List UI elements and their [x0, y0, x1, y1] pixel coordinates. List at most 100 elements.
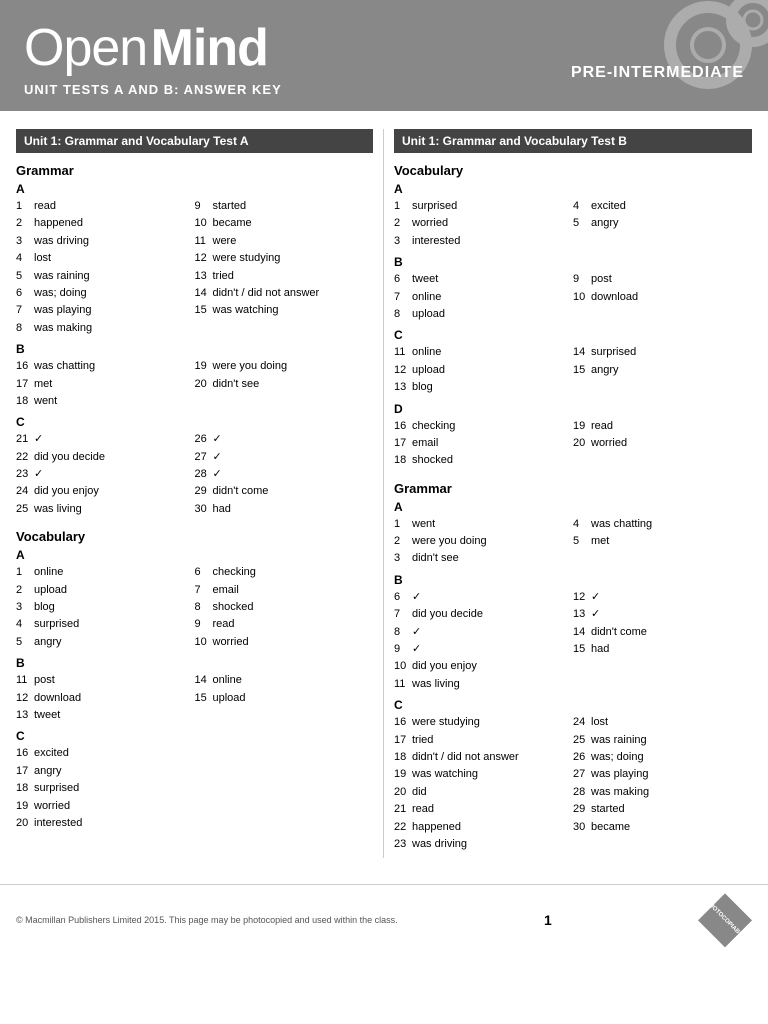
answer-text: surprised: [591, 345, 636, 360]
answer-item: 5met: [573, 534, 752, 549]
answer-num: 18: [394, 750, 412, 765]
rv-b-label: B: [394, 255, 752, 269]
answer-item: 15had: [573, 642, 752, 657]
answer-num: 13: [394, 380, 412, 395]
answer-item: 16checking: [394, 419, 573, 434]
answer-item: 27✓: [195, 450, 374, 465]
answer-item: 30had: [195, 502, 374, 517]
answer-num: 8: [195, 600, 213, 615]
answer-num: 3: [394, 551, 412, 566]
right-section-title: Unit 1: Grammar and Vocabulary Test B: [394, 129, 752, 153]
answer-text: ✓: [412, 590, 421, 605]
answer-num: 26: [195, 432, 213, 447]
answer-num: 1: [394, 199, 412, 214]
answer-num: 16: [16, 746, 34, 761]
answer-text: ✓: [591, 607, 600, 622]
answer-text: angry: [34, 764, 62, 779]
answer-num: 27: [573, 767, 591, 782]
answer-text: upload: [213, 691, 246, 706]
rv-a-col1: 1surprised2worried3interested: [394, 199, 573, 251]
answer-text: read: [213, 617, 235, 632]
answer-text: tweet: [412, 272, 438, 287]
answer-num: 7: [195, 583, 213, 598]
grammar-c-col2: 26✓27✓28✓29didn't come30had: [195, 432, 374, 519]
answer-item: 9✓: [394, 642, 573, 657]
answer-item: 1went: [394, 517, 573, 532]
rv-b-col1: 6tweet7online8upload: [394, 272, 573, 324]
answer-num: 4: [573, 199, 591, 214]
rv-c-col2: 14surprised15angry: [573, 345, 752, 397]
logo-mind: Mind: [151, 19, 268, 77]
grammar-b-label: B: [16, 342, 373, 356]
answer-item: 1online: [16, 565, 195, 580]
answer-item: 11were: [195, 234, 374, 249]
answer-item: 8upload: [394, 307, 573, 322]
answer-item: 14online: [195, 673, 374, 688]
answer-item: 13tried: [195, 269, 374, 284]
answer-num: 30: [195, 502, 213, 517]
vocabulary-heading-left: Vocabulary: [16, 529, 373, 544]
answer-text: online: [412, 345, 441, 360]
answer-item: 20did: [394, 785, 573, 800]
answer-text: ✓: [412, 625, 421, 640]
answer-num: 12: [394, 363, 412, 378]
answer-item: 13blog: [394, 380, 573, 395]
answer-num: 16: [394, 715, 412, 730]
answer-item: 28was making: [573, 785, 752, 800]
answer-item: 17tried: [394, 733, 573, 748]
answer-num: 4: [16, 251, 34, 266]
answer-text: did you enjoy: [34, 484, 99, 499]
answer-num: 3: [16, 234, 34, 249]
answer-item: 13tweet: [16, 708, 195, 723]
answer-num: 8: [394, 307, 412, 322]
answer-text: ✓: [213, 450, 222, 465]
answer-item: 15was watching: [195, 303, 374, 318]
answer-num: 4: [16, 617, 34, 632]
vocab-b-col1: 11post12download13tweet: [16, 673, 195, 725]
answer-num: 7: [394, 290, 412, 305]
answer-text: went: [412, 517, 435, 532]
answer-item: 6checking: [195, 565, 374, 580]
answer-item: 5angry: [16, 635, 195, 650]
answer-text: met: [34, 377, 52, 392]
answer-num: 3: [16, 600, 34, 615]
answer-num: 1: [16, 199, 34, 214]
answer-item: 20didn't see: [195, 377, 374, 392]
answer-num: 14: [573, 625, 591, 640]
answer-num: 19: [16, 799, 34, 814]
answer-num: 1: [16, 565, 34, 580]
answer-item: 2happened: [16, 216, 195, 231]
rv-a-label: A: [394, 182, 752, 196]
rg-b-grid: 6✓7did you decide8✓9✓10did you enjoy11wa…: [394, 590, 752, 694]
answer-num: 21: [394, 802, 412, 817]
rv-a-col2: 4excited5angry: [573, 199, 752, 251]
answer-item: 8✓: [394, 625, 573, 640]
answer-num: 11: [394, 677, 412, 692]
grammar-a-col1: 1read2happened3was driving4lost5was rain…: [16, 199, 195, 338]
left-column: Unit 1: Grammar and Vocabulary Test A Gr…: [16, 129, 384, 858]
answer-item: 13✓: [573, 607, 752, 622]
answer-num: 9: [573, 272, 591, 287]
answer-num: 25: [573, 733, 591, 748]
answer-item: 8was making: [16, 321, 195, 336]
answer-text: online: [213, 673, 242, 688]
answer-num: 6: [195, 565, 213, 580]
rg-a-grid: 1went2were you doing3didn't see 4was cha…: [394, 517, 752, 569]
answer-item: 23was driving: [394, 837, 573, 852]
answer-item: 22did you decide: [16, 450, 195, 465]
answer-text: post: [591, 272, 612, 287]
answer-num: 9: [195, 617, 213, 632]
answer-num: 29: [195, 484, 213, 499]
answer-num: 16: [394, 419, 412, 434]
answer-item: 7email: [195, 583, 374, 598]
answer-text: upload: [412, 363, 445, 378]
answer-item: 26✓: [195, 432, 374, 447]
answer-text: email: [412, 436, 438, 451]
answer-num: 1: [394, 517, 412, 532]
answer-text: upload: [34, 583, 67, 598]
answer-text: happened: [34, 216, 83, 231]
answer-text: checking: [412, 419, 455, 434]
answer-text: started: [213, 199, 247, 214]
answer-text: didn't see: [213, 377, 260, 392]
answer-item: 18surprised: [16, 781, 195, 796]
